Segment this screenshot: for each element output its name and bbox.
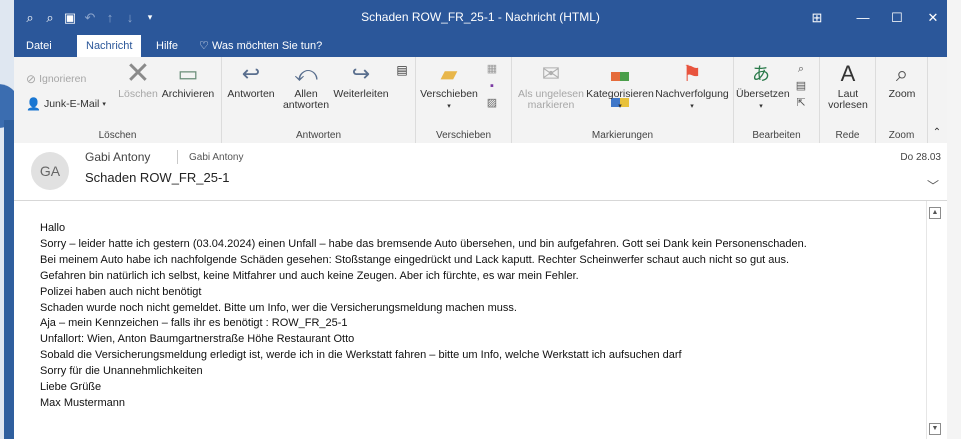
forward-icon: ↪	[351, 61, 371, 86]
zoom-button[interactable]: ⌕ Zoom	[880, 61, 924, 100]
forward-button[interactable]: ↪ Weiterleiten	[332, 61, 390, 100]
group-verschieben: ▰ Verschieben ▾ ▦ ▪ ▨ Verschieben	[416, 57, 512, 143]
body-line: Aja – mein Kennzeichen – falls ihr es be…	[40, 317, 348, 330]
reply-icon: ↩	[241, 61, 261, 86]
ribbon-tabs: Datei Nachricht Hilfe ♡ Was möchten Sie …	[14, 35, 947, 57]
mark-unread-button[interactable]: ✉ Als ungelesen markieren	[516, 61, 586, 111]
categorize-icon	[605, 61, 635, 107]
group-loeschen: ⊘ Ignorieren 👤 Junk-E-Mail ▾ ✕ Löschen ▭…	[14, 57, 222, 143]
group-rede: A Laut vorlesen Rede	[820, 57, 876, 143]
scroll-up-icon[interactable]: ▲	[929, 207, 941, 219]
left-edge-strip	[0, 0, 20, 439]
categorize-button[interactable]: Kategorisieren ▾	[584, 61, 656, 112]
group-markierungen: ✉ Als ungelesen markieren Kategorisieren…	[512, 57, 734, 143]
translate-button[interactable]: あ Übersetzen ▾	[736, 61, 790, 112]
avatar[interactable]: GA	[31, 152, 69, 190]
sender-email[interactable]: Gabi Antony	[189, 152, 243, 163]
read-aloud-icon: A	[840, 61, 856, 86]
lightbulb-icon: ♡	[199, 40, 209, 52]
find-icon: ⌕	[797, 63, 805, 75]
title-bar: ⌕ ⌕ ▣ ↶ ↑ ↓ ▾ Schaden ROW_FR_25-1 - Nach…	[14, 0, 947, 35]
archive-icon: ▭	[177, 61, 199, 86]
vertical-scrollbar[interactable]: ▲ ▼	[926, 201, 943, 439]
tab-hilfe[interactable]: Hilfe	[147, 35, 187, 57]
onenote-icon: ▪	[490, 80, 494, 92]
reply-all-icon: ⤺	[294, 61, 318, 86]
sender-name[interactable]: Gabi Antony	[85, 150, 150, 164]
chevron-down-icon[interactable]: ﹀	[927, 177, 939, 194]
body-line: Max Mustermann	[40, 396, 125, 409]
body-line: Hallo	[40, 222, 66, 234]
related-icon: ▤	[795, 80, 807, 92]
tell-me-box[interactable]: ♡ Was möchten Sie tun?	[190, 35, 331, 57]
tab-datei[interactable]: Datei	[17, 35, 61, 57]
read-aloud-button[interactable]: A Laut vorlesen	[824, 61, 872, 111]
flag-icon: ⚑	[682, 61, 702, 86]
delete-icon: ✕	[125, 57, 151, 90]
ribbon-display-icon[interactable]: ⊞	[794, 0, 840, 35]
junk-icon: 👤	[26, 97, 41, 111]
junk-button[interactable]: 👤 Junk-E-Mail ▾	[26, 97, 106, 111]
body-line: Liebe Grüße	[40, 381, 102, 394]
right-edge	[947, 0, 961, 439]
group-bearbeiten: あ Übersetzen ▾ ⌕ ▤ ⇱ Bearbeiten	[734, 57, 820, 143]
message-header: GA Gabi Antony Gabi Antony Schaden ROW_F…	[14, 143, 947, 201]
actions-icon: ▨	[486, 97, 498, 109]
select-icon: ⇱	[796, 97, 806, 109]
delete-button[interactable]: ✕ Löschen	[116, 57, 160, 100]
message-body: Hallo Sorry – leider hatte ich gestern (0…	[14, 201, 926, 439]
message-subject: Schaden ROW_FR_25-1	[85, 170, 230, 185]
folder-icon: ▰	[440, 61, 458, 86]
translate-icon: あ	[752, 64, 770, 84]
meeting-icon: ▤	[396, 63, 408, 77]
group-zoom: ⌕ Zoom Zoom	[876, 57, 928, 143]
body-line: Sobald die Versicherungsmeldung erledigt…	[40, 349, 682, 362]
scroll-down-icon[interactable]: ▼	[929, 423, 941, 435]
body-line: Sorry – leider hatte ich gestern (03.04.…	[40, 237, 807, 250]
follow-up-button[interactable]: ⚑ Nachverfolgung ▾	[654, 61, 730, 112]
body-line: Bei meinem Auto habe ich nachfolgende Sc…	[40, 253, 790, 266]
tab-nachricht[interactable]: Nachricht	[77, 35, 142, 57]
rules-icon: ▦	[486, 63, 498, 75]
body-line: Schaden wurde noch nicht gemeldet. Bitte…	[40, 301, 517, 314]
sender-separator	[177, 150, 178, 164]
edit-tools[interactable]: ⌕ ▤ ⇱	[788, 61, 814, 112]
move-extra-buttons[interactable]: ▦ ▪ ▨	[480, 61, 504, 112]
tell-me-label: Was möchten Sie tun?	[211, 40, 323, 52]
zoom-icon: ⌕	[895, 61, 909, 86]
move-button[interactable]: ▰ Verschieben ▾	[420, 61, 478, 112]
message-date: Do 28.03	[900, 152, 941, 163]
body-line: Gefahren bin natürlich ich selbst, keine…	[40, 269, 579, 282]
ignore-icon: ⊘	[26, 72, 37, 86]
reply-all-button[interactable]: ⤺ Allen antworten	[282, 61, 330, 111]
body-line: Polizei haben auch nicht benötigt	[40, 285, 202, 298]
collapse-ribbon-icon[interactable]: ⌃	[930, 127, 944, 138]
message-body-text: Hallo Sorry – leider hatte ich gestern (0…	[40, 221, 807, 412]
body-line: Sorry für die Unannehmlichkeiten	[40, 365, 203, 378]
more-respond-button[interactable]: ▤	[392, 63, 412, 77]
body-line: Unfallort: Wien, Anton Baumgartnerstraße…	[40, 333, 355, 346]
envelope-icon: ✉	[541, 61, 561, 86]
left-edge-bar	[4, 120, 14, 439]
archive-button[interactable]: ▭ Archivieren	[158, 61, 218, 100]
group-antworten: ↩ Antworten ⤺ Allen antworten ↪ Weiterle…	[222, 57, 416, 143]
reply-button[interactable]: ↩ Antworten	[226, 61, 276, 100]
ribbon: ⊘ Ignorieren 👤 Junk-E-Mail ▾ ✕ Löschen ▭…	[14, 57, 947, 144]
ignore-button[interactable]: ⊘ Ignorieren	[26, 72, 86, 86]
